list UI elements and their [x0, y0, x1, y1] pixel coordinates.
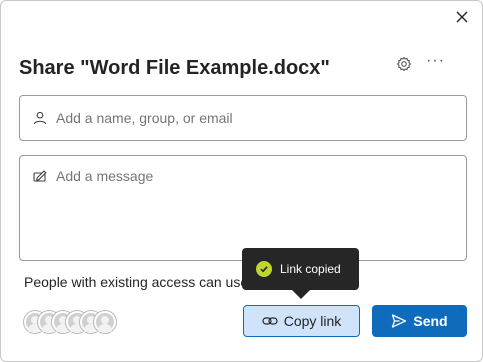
link-icon	[262, 317, 278, 325]
recipients-input[interactable]	[56, 110, 456, 126]
gear-icon	[396, 56, 412, 72]
link-copied-toast: Link copied	[242, 248, 359, 290]
checkmark-circle-icon	[256, 261, 272, 277]
access-info-text: People with existing access can use	[24, 274, 249, 290]
settings-button[interactable]	[396, 56, 414, 74]
message-field[interactable]	[19, 155, 467, 261]
more-options-button[interactable]: ···	[426, 52, 446, 73]
pencil-message-icon	[33, 170, 47, 182]
people-with-access-avatars[interactable]	[24, 311, 119, 335]
send-label: Send	[413, 313, 448, 329]
toast-arrow	[292, 290, 310, 299]
more-options-icon: ···	[426, 52, 445, 69]
recipients-field[interactable]	[19, 95, 467, 141]
message-input[interactable]	[56, 168, 456, 248]
dialog-title: Share "Word File Example.docx"	[19, 57, 330, 79]
person-icon	[33, 111, 47, 125]
send-icon	[392, 314, 407, 328]
close-icon	[456, 11, 468, 23]
copy-link-button[interactable]: Copy link	[243, 305, 360, 337]
toast-text: Link copied	[280, 262, 341, 276]
send-button[interactable]: Send	[372, 305, 467, 337]
share-dialog: Share "Word File Example.docx" ··· Peopl…	[0, 0, 483, 362]
close-button[interactable]	[452, 7, 472, 27]
avatar	[94, 311, 116, 333]
copy-link-label: Copy link	[283, 313, 342, 329]
